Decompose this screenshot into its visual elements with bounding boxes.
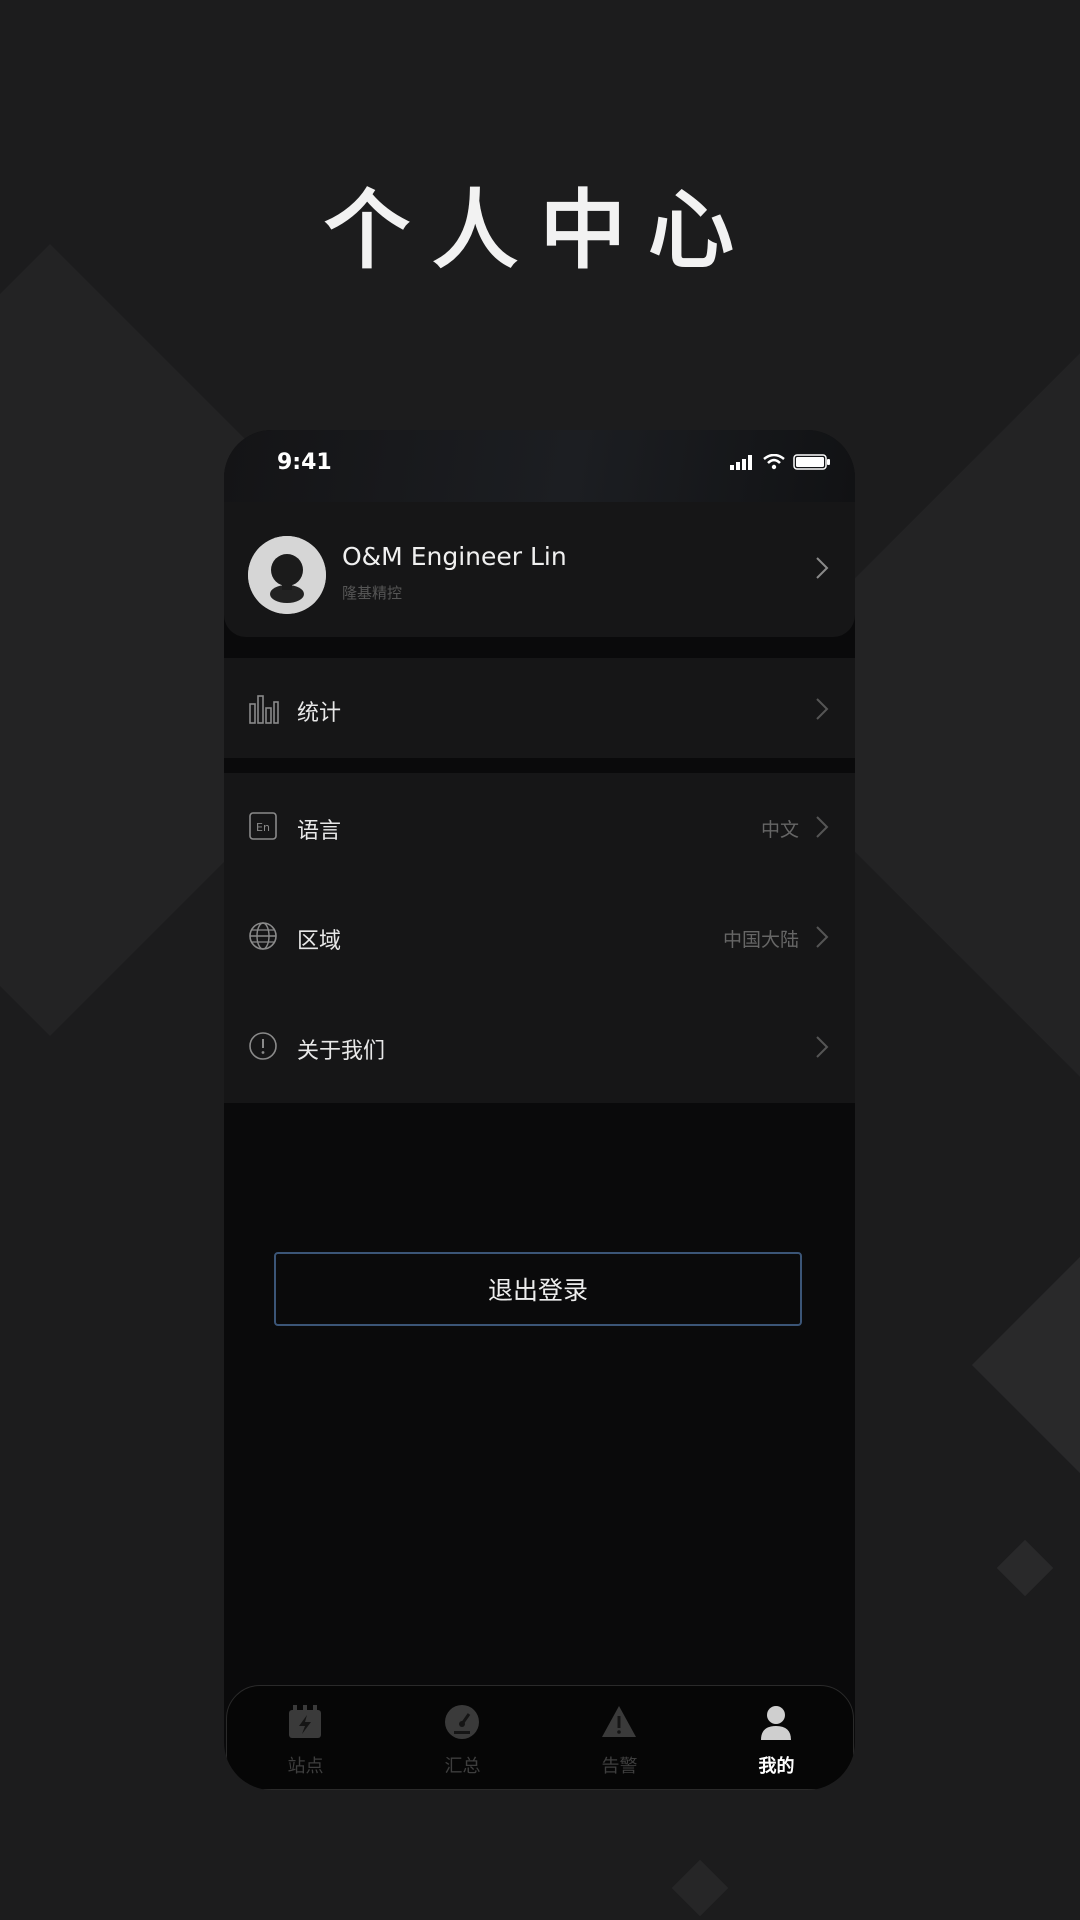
chevron-right-icon [816,557,829,579]
background-diamond [996,1539,1054,1597]
menu-item-language[interactable]: En 语言 中文 [224,773,855,883]
tab-station[interactable]: 站点 [227,1686,384,1789]
tab-alarm[interactable]: 告警 [541,1686,698,1789]
status-time: 9:41 [277,450,332,475]
menu-item-stats[interactable]: 统计 [224,658,855,758]
profile-company: 隆基精控 [342,584,403,602]
chevron-right-icon [816,816,829,838]
profile-name: O&M Engineer Lin [342,542,567,571]
status-bar: 9:41 [224,430,855,502]
language-en-icon: En [249,812,277,840]
dashboard-gauge-icon [445,1705,479,1739]
signal-icon [730,455,752,470]
bar-chart-icon [249,695,279,724]
menu-label-language: 语言 [297,819,342,844]
menu-label-about: 关于我们 [297,1039,386,1064]
svg-text:En: En [256,821,270,834]
tab-label-active: 我的 [758,1756,795,1777]
tab-mine[interactable]: 我的 [698,1686,855,1789]
battery-icon [793,454,830,470]
profile-card[interactable]: O&M Engineer Lin 隆基精控 [224,502,855,637]
bottom-tab-bar: 站点 汇总 告警 我的 [226,1685,854,1790]
menu-label-region: 区域 [297,929,342,954]
chevron-right-icon [816,926,829,948]
tab-label: 站点 [287,1756,324,1777]
tab-label: 告警 [601,1756,638,1777]
phone-screen: 9:41 O&M Engineer Lin 隆基精控 统计 En 语言 中文 区… [224,430,855,1790]
status-icons [729,454,831,470]
menu-item-about[interactable]: 关于我们 [224,993,855,1103]
tab-summary[interactable]: 汇总 [384,1686,541,1789]
menu-label-stats: 统计 [297,701,342,726]
globe-icon [249,922,277,950]
menu-item-region[interactable]: 区域 中国大陆 [224,883,855,993]
avatar [248,536,326,614]
chevron-right-icon [816,698,829,720]
background-diamond [971,1251,1080,1479]
wifi-icon [763,454,785,470]
user-profile-icon [761,1706,791,1740]
chevron-right-icon [816,1036,829,1058]
menu-value-region: 中国大陆 [722,929,799,951]
tab-label: 汇总 [444,1756,481,1777]
menu-value-language: 中文 [760,819,799,841]
avatar-icon [248,536,326,614]
station-icon [289,1705,321,1738]
alarm-warning-icon [602,1706,636,1737]
logout-button[interactable]: 退出登录 [274,1252,802,1326]
background-diamond [671,1859,729,1917]
info-circle-icon [249,1032,277,1060]
promo-title: 个人中心 [324,181,756,281]
